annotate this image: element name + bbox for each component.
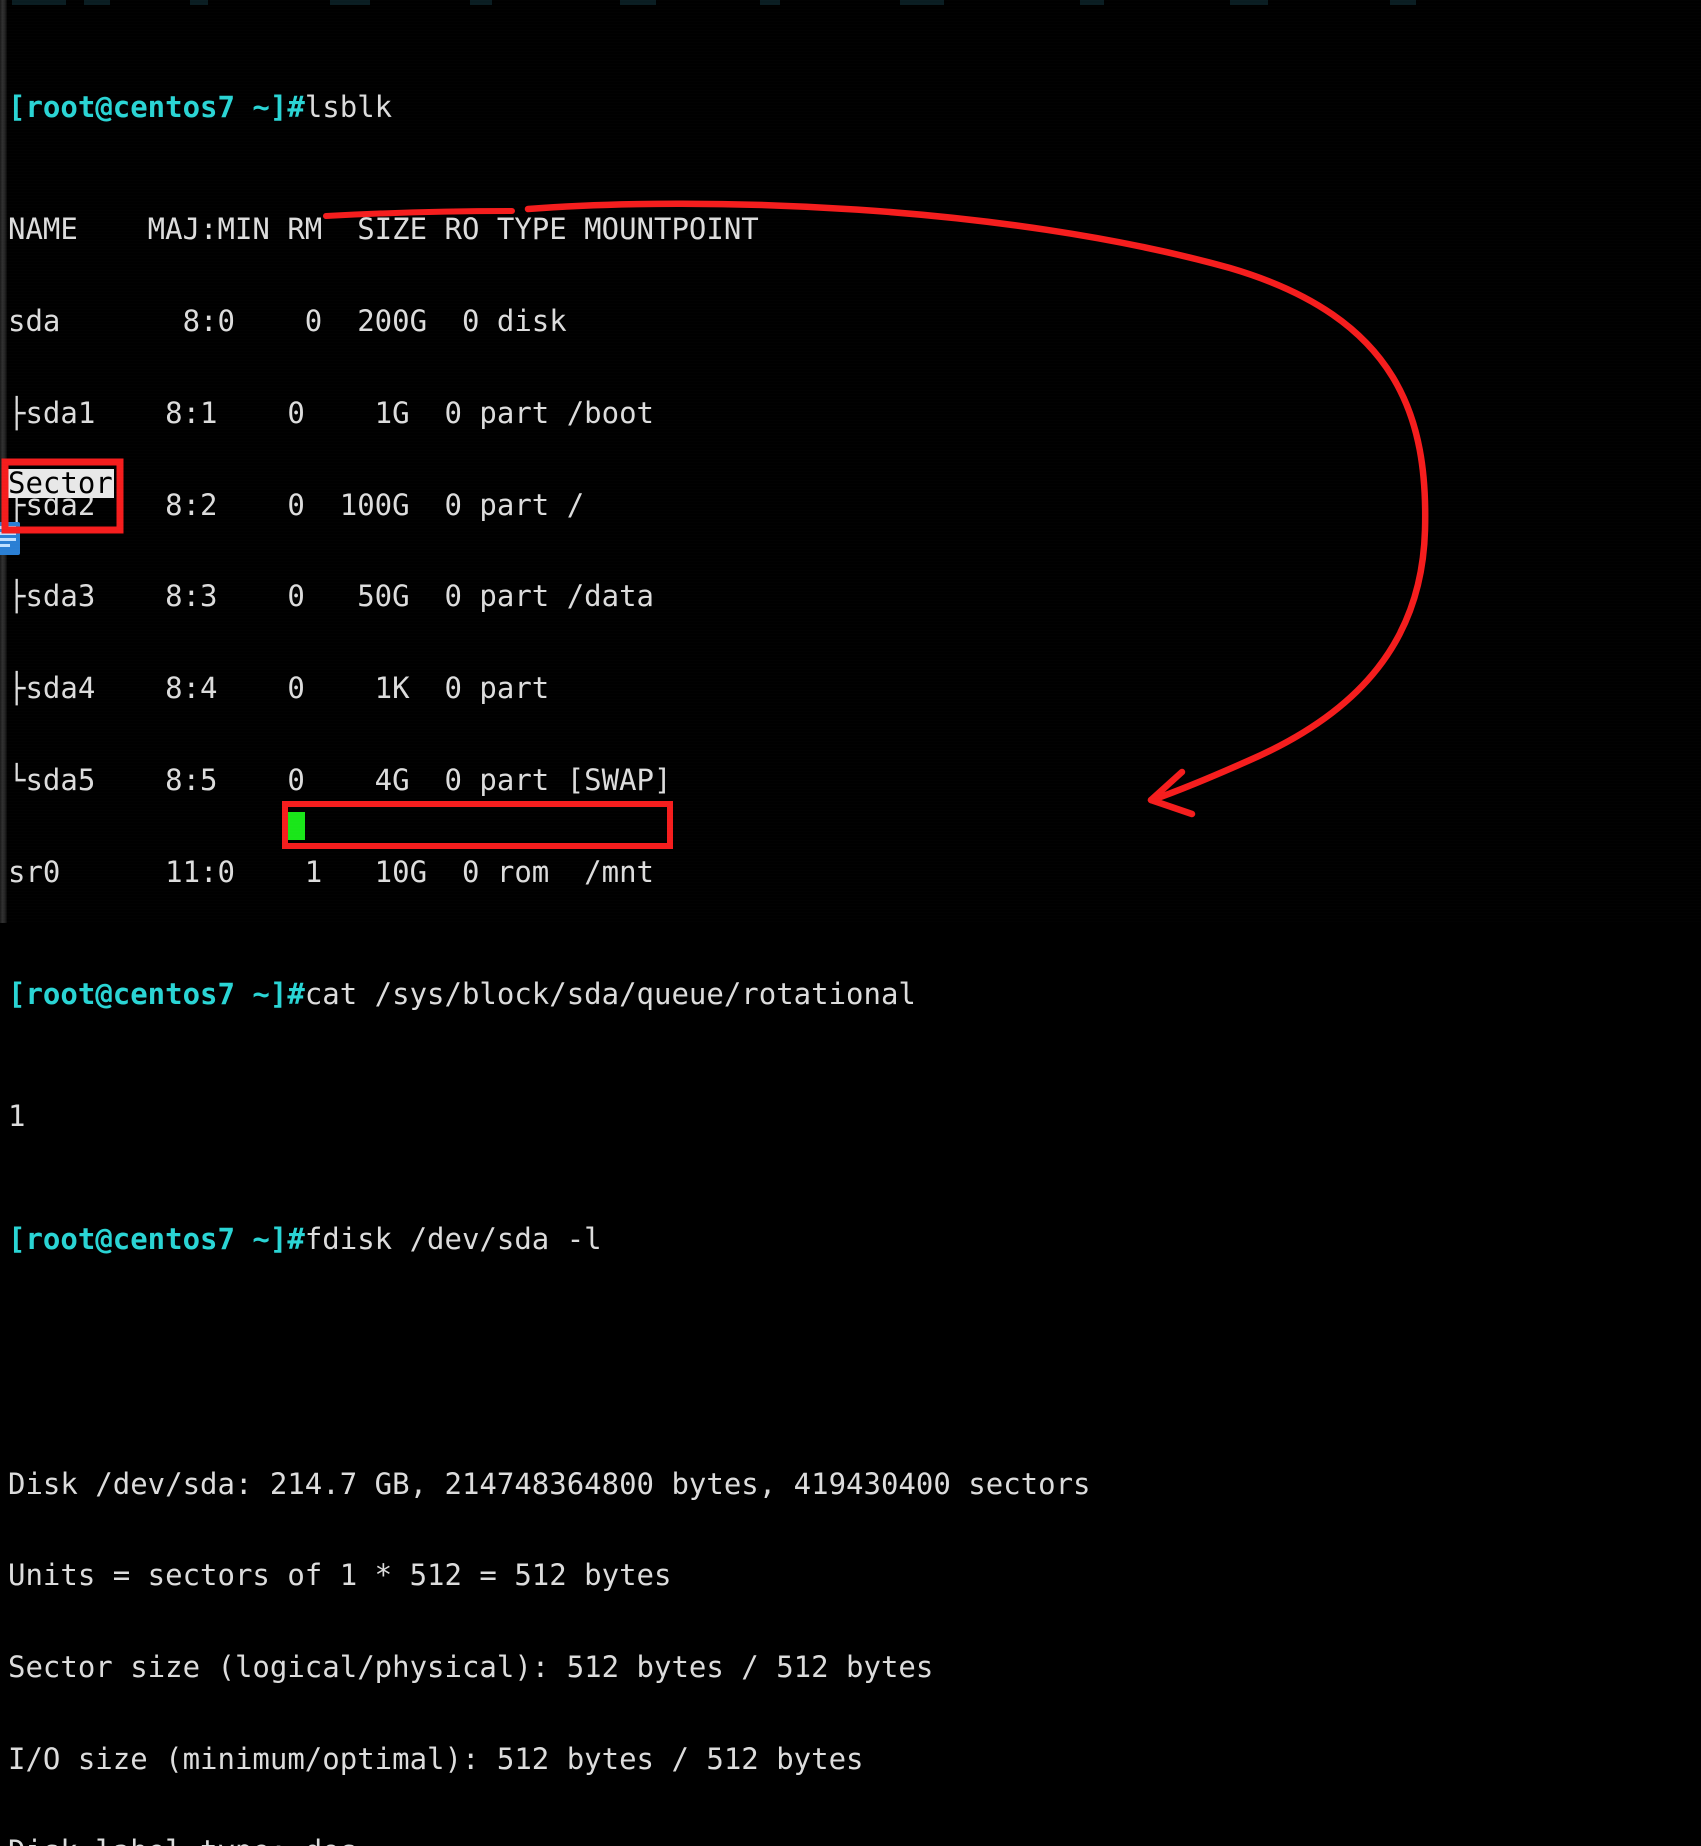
lsblk-row-sr0: sr0 11:0 1 10G 0 rom /mnt	[0, 857, 1701, 888]
text-cursor	[287, 812, 305, 840]
fdisk-io-size: I/O size (minimum/optimal): 512 bytes / …	[0, 1744, 1701, 1775]
fdisk-sector-size: Sector size (logical/physical): 512 byte…	[0, 1652, 1701, 1683]
window-left-edge	[0, 0, 7, 923]
taskbar-app-icon[interactable]	[0, 521, 26, 557]
fdisk-units: Units = sectors of 1 * 512 = 512 bytes	[0, 1560, 1701, 1591]
lsblk-header-row: NAME MAJ:MIN RM SIZE RO TYPE MOUNTPOINT	[0, 214, 1701, 245]
shell-prompt: [root@centos7 ~]#	[8, 1222, 305, 1256]
lsblk-row-sda4: ├sda4 8:4 0 1K 0 part	[0, 673, 1701, 704]
fdisk-disk-summary: Disk /dev/sda: 214.7 GB, 214748364800 by…	[0, 1469, 1701, 1500]
terminal-line: [root@centos7 ~]#lsblk	[0, 92, 1701, 123]
sector-selection-text: Sector	[8, 468, 113, 499]
shell-prompt: [root@centos7 ~]#	[8, 90, 305, 124]
lsblk-row-sda3: ├sda3 8:3 0 50G 0 part /data	[0, 581, 1701, 612]
fdisk-label-type: Disk label type: dos	[0, 1836, 1701, 1846]
terminal-line: [root@centos7 ~]#cat /sys/block/sda/queu…	[0, 979, 1701, 1010]
terminal-output-area[interactable]: [root@centos7 ~]#lsblk NAME MAJ:MIN RM S…	[0, 0, 1701, 923]
typed-command: lsblk	[305, 90, 392, 124]
shell-prompt: [root@centos7 ~]#	[8, 977, 305, 1011]
lsblk-row-sda1: ├sda1 8:1 0 1G 0 part /boot	[0, 398, 1701, 429]
cut-off-previous-line	[0, 0, 1701, 8]
rotational-output: 1	[0, 1101, 1701, 1132]
lsblk-row-sda5: └sda5 8:5 0 4G 0 part [SWAP]	[0, 765, 1701, 796]
typed-command: cat /sys/block/sda/queue/rotational	[305, 977, 916, 1011]
blank-line	[0, 1346, 1701, 1377]
typed-command: fdisk /dev/sda -l	[305, 1222, 602, 1256]
terminal-line: [root@centos7 ~]#fdisk /dev/sda -l	[0, 1224, 1701, 1255]
lsblk-row-sda2: ├sda2 8:2 0 100G 0 part /	[0, 490, 1701, 521]
lsblk-row-sda: sda 8:0 0 200G 0 disk	[0, 306, 1701, 337]
